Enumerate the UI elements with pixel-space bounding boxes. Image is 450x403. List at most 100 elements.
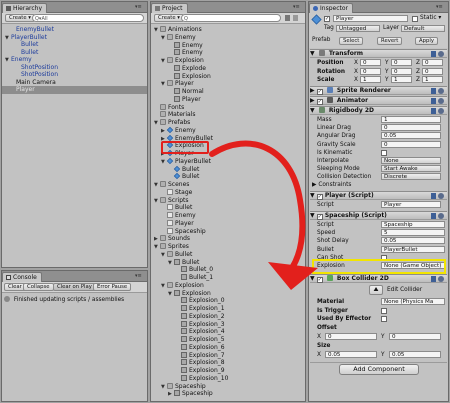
project-item[interactable]: Explosion_8 (151, 359, 225, 367)
sprite-renderer-enabled-checkbox[interactable]: ✓ (316, 89, 323, 95)
project-item[interactable]: ▼ Player (151, 80, 194, 88)
hierarchy-item[interactable]: ▼ PlayerBullet (2, 34, 147, 42)
gear-icon[interactable] (438, 98, 444, 104)
project-search-input[interactable]: Q (181, 14, 281, 22)
project-item[interactable]: ▼ Bullet (151, 250, 192, 259)
project-item[interactable]: Explode (151, 64, 206, 73)
project-item[interactable]: ▼ Scripts (151, 196, 189, 205)
help-icon[interactable] (431, 213, 436, 219)
box-collider-field[interactable]: None (Physics Ma (381, 298, 445, 305)
project-item[interactable]: Bullet (151, 165, 199, 174)
console-clear-on-play-button[interactable]: Clear on Play (53, 283, 96, 291)
help-icon[interactable] (431, 88, 436, 94)
prefab-select-button[interactable]: Select (339, 37, 364, 45)
hierarchy-item[interactable]: ▼ Enemy (2, 56, 147, 64)
project-item[interactable]: ▼ Sprites (151, 243, 189, 251)
object-name-field[interactable]: Player (333, 15, 408, 22)
gear-icon[interactable] (438, 88, 444, 94)
project-item[interactable]: ▶ Enemy (151, 126, 196, 135)
prefab-apply-button[interactable]: Apply (415, 37, 438, 45)
project-item[interactable]: Stage (151, 188, 192, 197)
project-item[interactable]: Materials (151, 111, 196, 119)
box-collider-enabled-checkbox[interactable]: ✓ (316, 277, 323, 283)
size-y-field[interactable]: 0.05 (389, 351, 441, 358)
transform-x-field[interactable]: 0 (360, 59, 381, 66)
panel-menu-icon[interactable]: ▾≡ (135, 273, 144, 279)
rigidbody-field[interactable]: Start Awake (381, 165, 441, 173)
hierarchy-create-button[interactable]: Create ▾ (5, 14, 35, 22)
player-script-enabled-checkbox[interactable]: ✓ (316, 194, 323, 200)
rigidbody-field[interactable]: Discrete (381, 173, 441, 181)
hierarchy-item[interactable]: Player (2, 86, 147, 94)
project-item[interactable]: ▼ Explosion (151, 57, 204, 65)
transform-x-field[interactable]: 1 (360, 76, 381, 83)
offset-y-field[interactable]: 0 (389, 333, 441, 340)
help-icon[interactable] (431, 193, 436, 199)
transform-x-field[interactable]: 0 (360, 67, 381, 75)
hierarchy-item[interactable]: Bullet (2, 41, 147, 49)
panel-menu-icon[interactable]: ▾≡ (135, 4, 144, 10)
project-item[interactable]: Explosion_7 (151, 351, 225, 360)
project-item[interactable]: Explosion_10 (151, 374, 228, 383)
active-checkbox[interactable]: ✓ (324, 16, 330, 22)
rigidbody-checkbox[interactable] (381, 149, 387, 156)
rigidbody-field[interactable]: 0.05 (381, 132, 441, 140)
project-item[interactable]: Bullet (151, 204, 192, 212)
hierarchy-item[interactable]: Main Camera (2, 79, 147, 87)
transform-y-field[interactable]: 1 (391, 76, 412, 83)
spaceship-script-enabled-checkbox[interactable]: ✓ (316, 214, 323, 220)
transform-y-field[interactable]: 0 (391, 67, 412, 75)
spaceship-field[interactable]: Spaceship (381, 221, 445, 228)
transform-y-field[interactable]: 0 (391, 59, 412, 66)
box-collider-checkbox[interactable] (381, 307, 387, 314)
project-item[interactable]: ▼ Prefabs (151, 119, 190, 127)
project-item[interactable]: Explosion_4 (151, 328, 225, 336)
help-icon[interactable] (431, 51, 436, 57)
filter-by-type-icon[interactable] (285, 15, 290, 21)
transform-z-field[interactable]: 1 (422, 76, 443, 83)
box-collider-checkbox[interactable] (381, 316, 387, 322)
rigidbody-field[interactable]: 0 (381, 140, 441, 148)
project-item[interactable]: Explosion_6 (151, 343, 225, 352)
prefab-revert-button[interactable]: Revert (377, 37, 403, 45)
tag-dropdown[interactable]: Untagged (336, 25, 380, 32)
project-item[interactable]: Enemy (151, 49, 203, 57)
add-component-button[interactable]: Add Component (339, 364, 419, 375)
spaceship-field[interactable]: 5 (381, 229, 445, 237)
project-item[interactable]: Player (151, 219, 194, 228)
project-item[interactable]: Explosion_5 (151, 336, 225, 344)
spaceship-field[interactable]: PlayerBullet (381, 245, 445, 253)
project-item[interactable]: Normal (151, 88, 204, 96)
panel-menu-icon[interactable]: ▾≡ (436, 4, 445, 10)
project-item[interactable]: ▼ Scenes (151, 181, 189, 189)
hierarchy-item[interactable]: ShotPosition (2, 71, 147, 79)
sprite-renderer-header[interactable]: ▶ ✓ Sprite Renderer (310, 86, 447, 95)
gear-icon[interactable] (438, 213, 444, 219)
project-item[interactable]: Explosion_3 (151, 320, 225, 329)
project-item[interactable]: Explosion_0 (151, 297, 225, 305)
filter-by-label-icon[interactable] (293, 15, 298, 21)
project-item[interactable]: ▼ Explosion (151, 281, 204, 290)
project-item[interactable]: ▼ PlayerBullet (151, 157, 211, 166)
rigidbody-field[interactable]: 1 (381, 116, 441, 123)
project-item[interactable]: ▼ Animations (151, 26, 202, 34)
project-item[interactable]: Explosion (151, 72, 211, 81)
animator-header[interactable]: ▶ ✓ Animator (310, 96, 447, 105)
layer-dropdown[interactable]: Default (401, 25, 445, 32)
offset-x-field[interactable]: 0 (325, 333, 377, 340)
rigidbody2d-header[interactable]: ▼ Rigidbody 2D (310, 106, 447, 115)
rigidbody-field[interactable]: None (381, 157, 441, 164)
player-script-field[interactable]: Player (381, 201, 441, 208)
gear-icon[interactable] (438, 193, 444, 199)
edit-collider-button[interactable]: ⛰ (369, 285, 383, 295)
rigidbody-field[interactable]: 0 (381, 124, 441, 132)
help-icon[interactable] (431, 98, 436, 104)
constraints-foldout[interactable]: ▶ Constraints (312, 181, 351, 189)
project-item[interactable]: ▼ Spaceship (151, 382, 206, 391)
project-item[interactable]: ▶ Sounds (151, 235, 190, 243)
help-icon[interactable] (431, 276, 436, 282)
project-item[interactable]: Explosion_1 (151, 305, 225, 313)
hierarchy-search-input[interactable]: Q▾All (32, 14, 144, 22)
transform-z-field[interactable]: 0 (422, 59, 443, 66)
project-tab[interactable]: Project (151, 3, 188, 13)
